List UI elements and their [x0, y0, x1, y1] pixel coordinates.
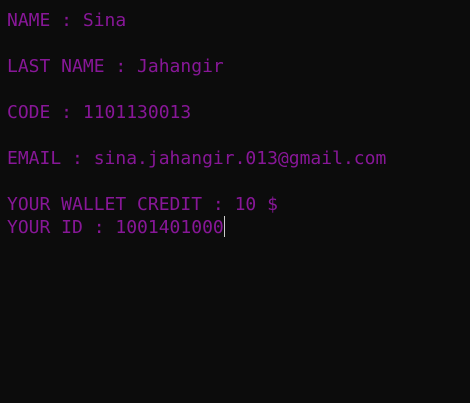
output-line-id-text: YOUR ID : 1001401000: [7, 217, 224, 238]
output-line-name: NAME : Sina: [7, 10, 127, 31]
text-cursor: [223, 216, 225, 237]
output-line-code: CODE : 1101130013: [7, 102, 192, 123]
output-line-id: YOUR ID : 1001401000: [7, 216, 225, 239]
output-line-wallet-credit: YOUR WALLET CREDIT : 10 $: [7, 194, 278, 215]
output-line-last-name: LAST NAME : Jahangir: [7, 56, 224, 77]
console-window[interactable]: NAME : Sina LAST NAME : Jahangir CODE : …: [0, 0, 470, 403]
output-line-email: EMAIL : sina.jahangir.013@gmail.com: [7, 148, 387, 169]
